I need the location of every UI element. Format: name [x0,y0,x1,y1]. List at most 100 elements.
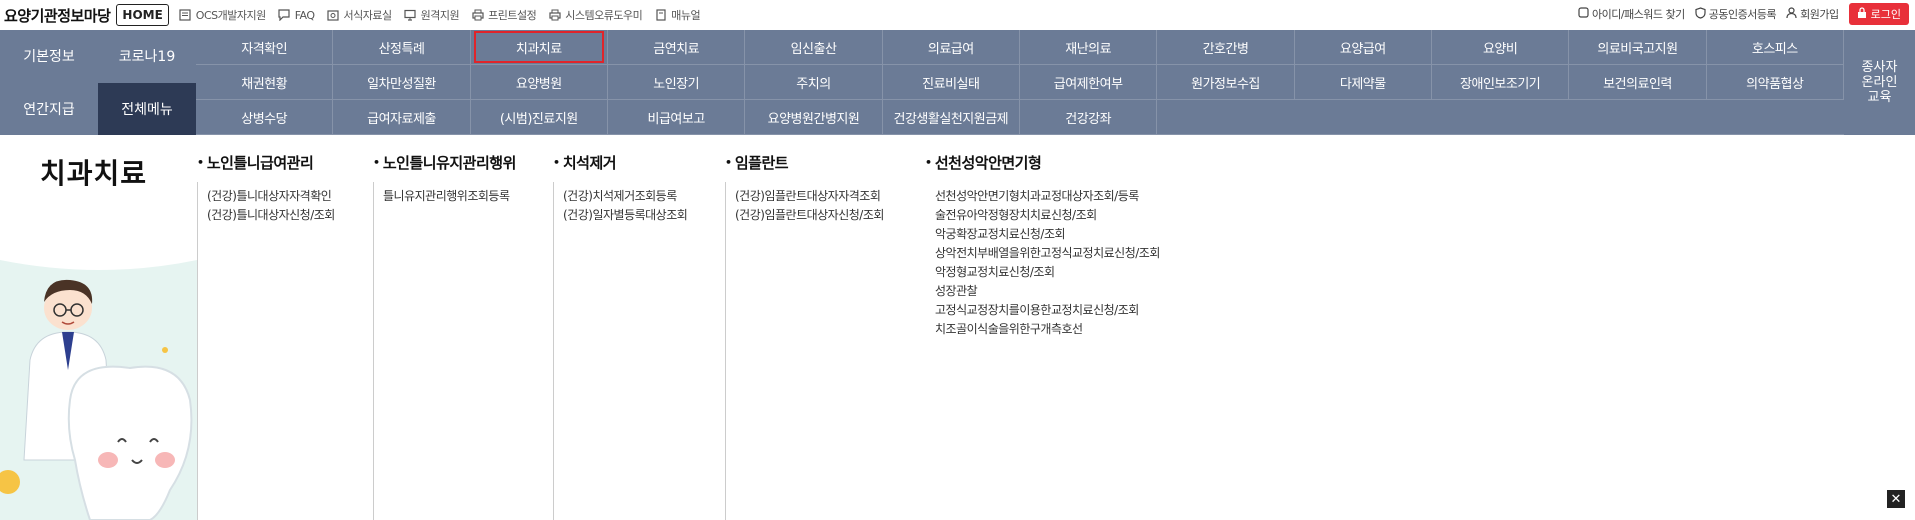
document-icon [179,9,192,21]
menu-link[interactable]: 술전유아악정형장치치료신청/조회 [935,206,1160,225]
nav-item[interactable]: 자격확인 [196,30,334,65]
ocs-dev-link[interactable]: OCS개발자지원 [179,7,266,23]
nav-item[interactable]: 요양비 [1431,30,1570,65]
nav-item[interactable]: 간호간병 [1157,30,1295,65]
user-icon [1786,6,1797,22]
nav-empty-cell [1431,100,1570,135]
menu-column-denture-maintenance: 노인틀니유지관리행위 틀니유지관리행위조회등록 [373,152,517,520]
nav-item[interactable]: 건강생활실천지원금제 [882,100,1020,135]
signup-link[interactable]: 회원가입 [1786,6,1839,22]
dentist-illustration [0,260,197,520]
print-settings-link[interactable]: 프린트설정 [471,7,537,23]
menu-link[interactable]: (건강)치석제거조회등록 [563,187,687,206]
nav-item[interactable]: 임신출산 [745,30,883,65]
nav-staff-online-education[interactable]: 종사자 온라인 교육 [1844,30,1915,135]
menu-link[interactable]: 고정식교정장치를이용한교정치료신청/조회 [935,301,1160,320]
nav-item[interactable]: 노인장기 [607,65,746,100]
nav-all-menu[interactable]: 전체메뉴 [98,83,196,135]
nav-basic-info[interactable]: 기본정보 [0,30,98,82]
menu-link[interactable]: 성장관찰 [935,282,1160,301]
nav-item[interactable]: 건강강좌 [1019,100,1158,135]
nav-item[interactable]: 요양병원 [470,65,608,100]
nav-item[interactable]: 상병수당 [196,100,334,135]
forms-link[interactable]: 서식자료실 [327,7,392,23]
faq-link[interactable]: FAQ [278,9,315,22]
nav-annual-payment[interactable]: 연간지급 [0,83,98,135]
column-divider [373,182,374,520]
menu-link[interactable]: 악궁확장교정치료신청/조회 [935,225,1160,244]
menu-column-head: 선천성악안면기형 [925,152,1160,173]
nav-item[interactable]: 주치의 [745,65,883,100]
remote-support-link[interactable]: 원격지원 [404,7,460,23]
nav-item[interactable]: 산정특례 [333,30,471,65]
page-title: 치과치료 [40,157,148,190]
menu-link[interactable]: (건강)일자별등록대상조회 [563,206,688,225]
home-button[interactable]: HOME [116,4,169,26]
site-logo[interactable]: 요양기관정보마당 [4,5,111,26]
manual-link[interactable]: 매뉴얼 [654,7,701,23]
nav-item[interactable]: 일차만성질환 [333,65,471,100]
top-bar: 요양기관정보마당 HOME OCS개발자지원 FAQ 서식자료실 원격지원 프린… [0,0,1915,30]
menu-column-head: 임플란트 [725,152,884,173]
printer-icon [548,9,561,21]
nav-item[interactable]: 다제약물 [1294,65,1432,100]
nav-item[interactable]: 의료비국고지원 [1569,30,1707,65]
menu-link[interactable]: (건강)틀니대상자신청/조회 [207,206,335,225]
nav-item[interactable]: 요양병원간병지원 [745,100,883,135]
nav-item[interactable]: 재난의료 [1019,30,1158,65]
nav-item[interactable]: 치과치료 [470,30,608,65]
menu-link[interactable]: 상악전치부배열을위한고정식교정치료신청/조회 [935,244,1160,263]
menu-column-head: 노인틀니급여관리 [197,152,335,173]
nav-item[interactable]: 요양급여 [1294,30,1432,65]
nav-item[interactable]: 비급여보고 [607,100,746,135]
lock-icon [1857,7,1867,21]
nav-item[interactable]: 채권현황 [196,65,334,100]
login-button[interactable]: 로그인 [1848,3,1909,25]
menu-column-head: 노인틀니유지관리행위 [373,152,517,173]
menu-link[interactable]: 악정형교정치료신청/조회 [935,263,1160,282]
nav-item[interactable]: 원가정보수집 [1157,65,1295,100]
manual-icon [654,9,667,21]
nav-item[interactable]: 호스피스 [1706,30,1844,65]
nav-empty-cell [1294,100,1432,135]
utility-links: OCS개발자지원 FAQ 서식자료실 원격지원 프린트설정 시스템오류도우미 매… [179,7,701,23]
nav-item[interactable]: (시범)진료지원 [470,100,608,135]
nav-menu-grid: 자격확인 산정특례 치과치료 금연치료 임신출산 의료급여 재난의료 간호간병 요양급여 요양비 의… [196,30,1844,135]
menu-link[interactable]: 틀니유지관리행위조회등록 [383,187,516,206]
menu-column-cleft: 선천성악안면기형 선천성악안면기형치과교정대상자조회/등록 술전유아악정형장치치… [925,152,1161,339]
nav-empty-cell [1706,100,1844,135]
chat-icon [278,9,291,21]
menu-column-scaling: 치석제거 (건강)치석제거조회등록 (건강)일자별등록대상조회 [553,152,688,520]
shield-icon [1695,6,1706,22]
monitor-icon [404,9,417,21]
column-divider [725,182,726,520]
menu-link[interactable]: (건강)임플란트대상자신청/조회 [735,206,884,225]
nav-left-panel: 기본정보 코로나19 연간지급 전체메뉴 [0,30,196,135]
printer-icon [471,9,484,21]
nav-item[interactable]: 의약품협상 [1706,65,1844,100]
nav-empty-cell [1157,100,1295,135]
menu-link[interactable]: 선천성악안면기형치과교정대상자조회/등록 [935,187,1160,206]
column-divider [553,182,554,520]
nav-item[interactable]: 진료비실태 [882,65,1020,100]
main-nav: 기본정보 코로나19 연간지급 전체메뉴 자격확인 산정특례 치과치료 금연치료 임신출… [0,30,1915,135]
nav-item[interactable]: 장애인보조기기 [1431,65,1570,100]
certificate-register-link[interactable]: 공동인증서등록 [1695,6,1777,22]
nav-item[interactable]: 급여자료제출 [333,100,471,135]
nav-empty-cell [1569,100,1707,135]
menu-link[interactable]: (건강)틀니대상자자격확인 [207,187,335,206]
menu-link[interactable]: (건강)임플란트대상자자격조회 [735,187,884,206]
menu-column-implant: 임플란트 (건강)임플란트대상자자격조회 (건강)임플란트대상자신청/조회 [725,152,884,520]
close-icon[interactable]: ✕ [1887,490,1905,508]
menu-column-denture-benefit: 노인틀니급여관리 (건강)틀니대상자자격확인 (건강)틀니대상자신청/조회 [197,152,335,520]
system-error-helper-link[interactable]: 시스템오류도우미 [548,7,643,23]
folder-icon [327,9,340,21]
find-id-password-link[interactable]: 아이디/패스워드 찾기 [1578,6,1685,22]
nav-item[interactable]: 금연치료 [607,30,746,65]
nav-item[interactable]: 급여제한여부 [1019,65,1158,100]
nav-covid19[interactable]: 코로나19 [98,30,196,82]
account-links: 아이디/패스워드 찾기 공동인증서등록 회원가입 로그인 [1578,3,1909,25]
nav-item[interactable]: 보건의료인력 [1569,65,1707,100]
nav-item[interactable]: 의료급여 [882,30,1020,65]
menu-link[interactable]: 치조골이식술을위한구개측호선 [935,320,1160,339]
